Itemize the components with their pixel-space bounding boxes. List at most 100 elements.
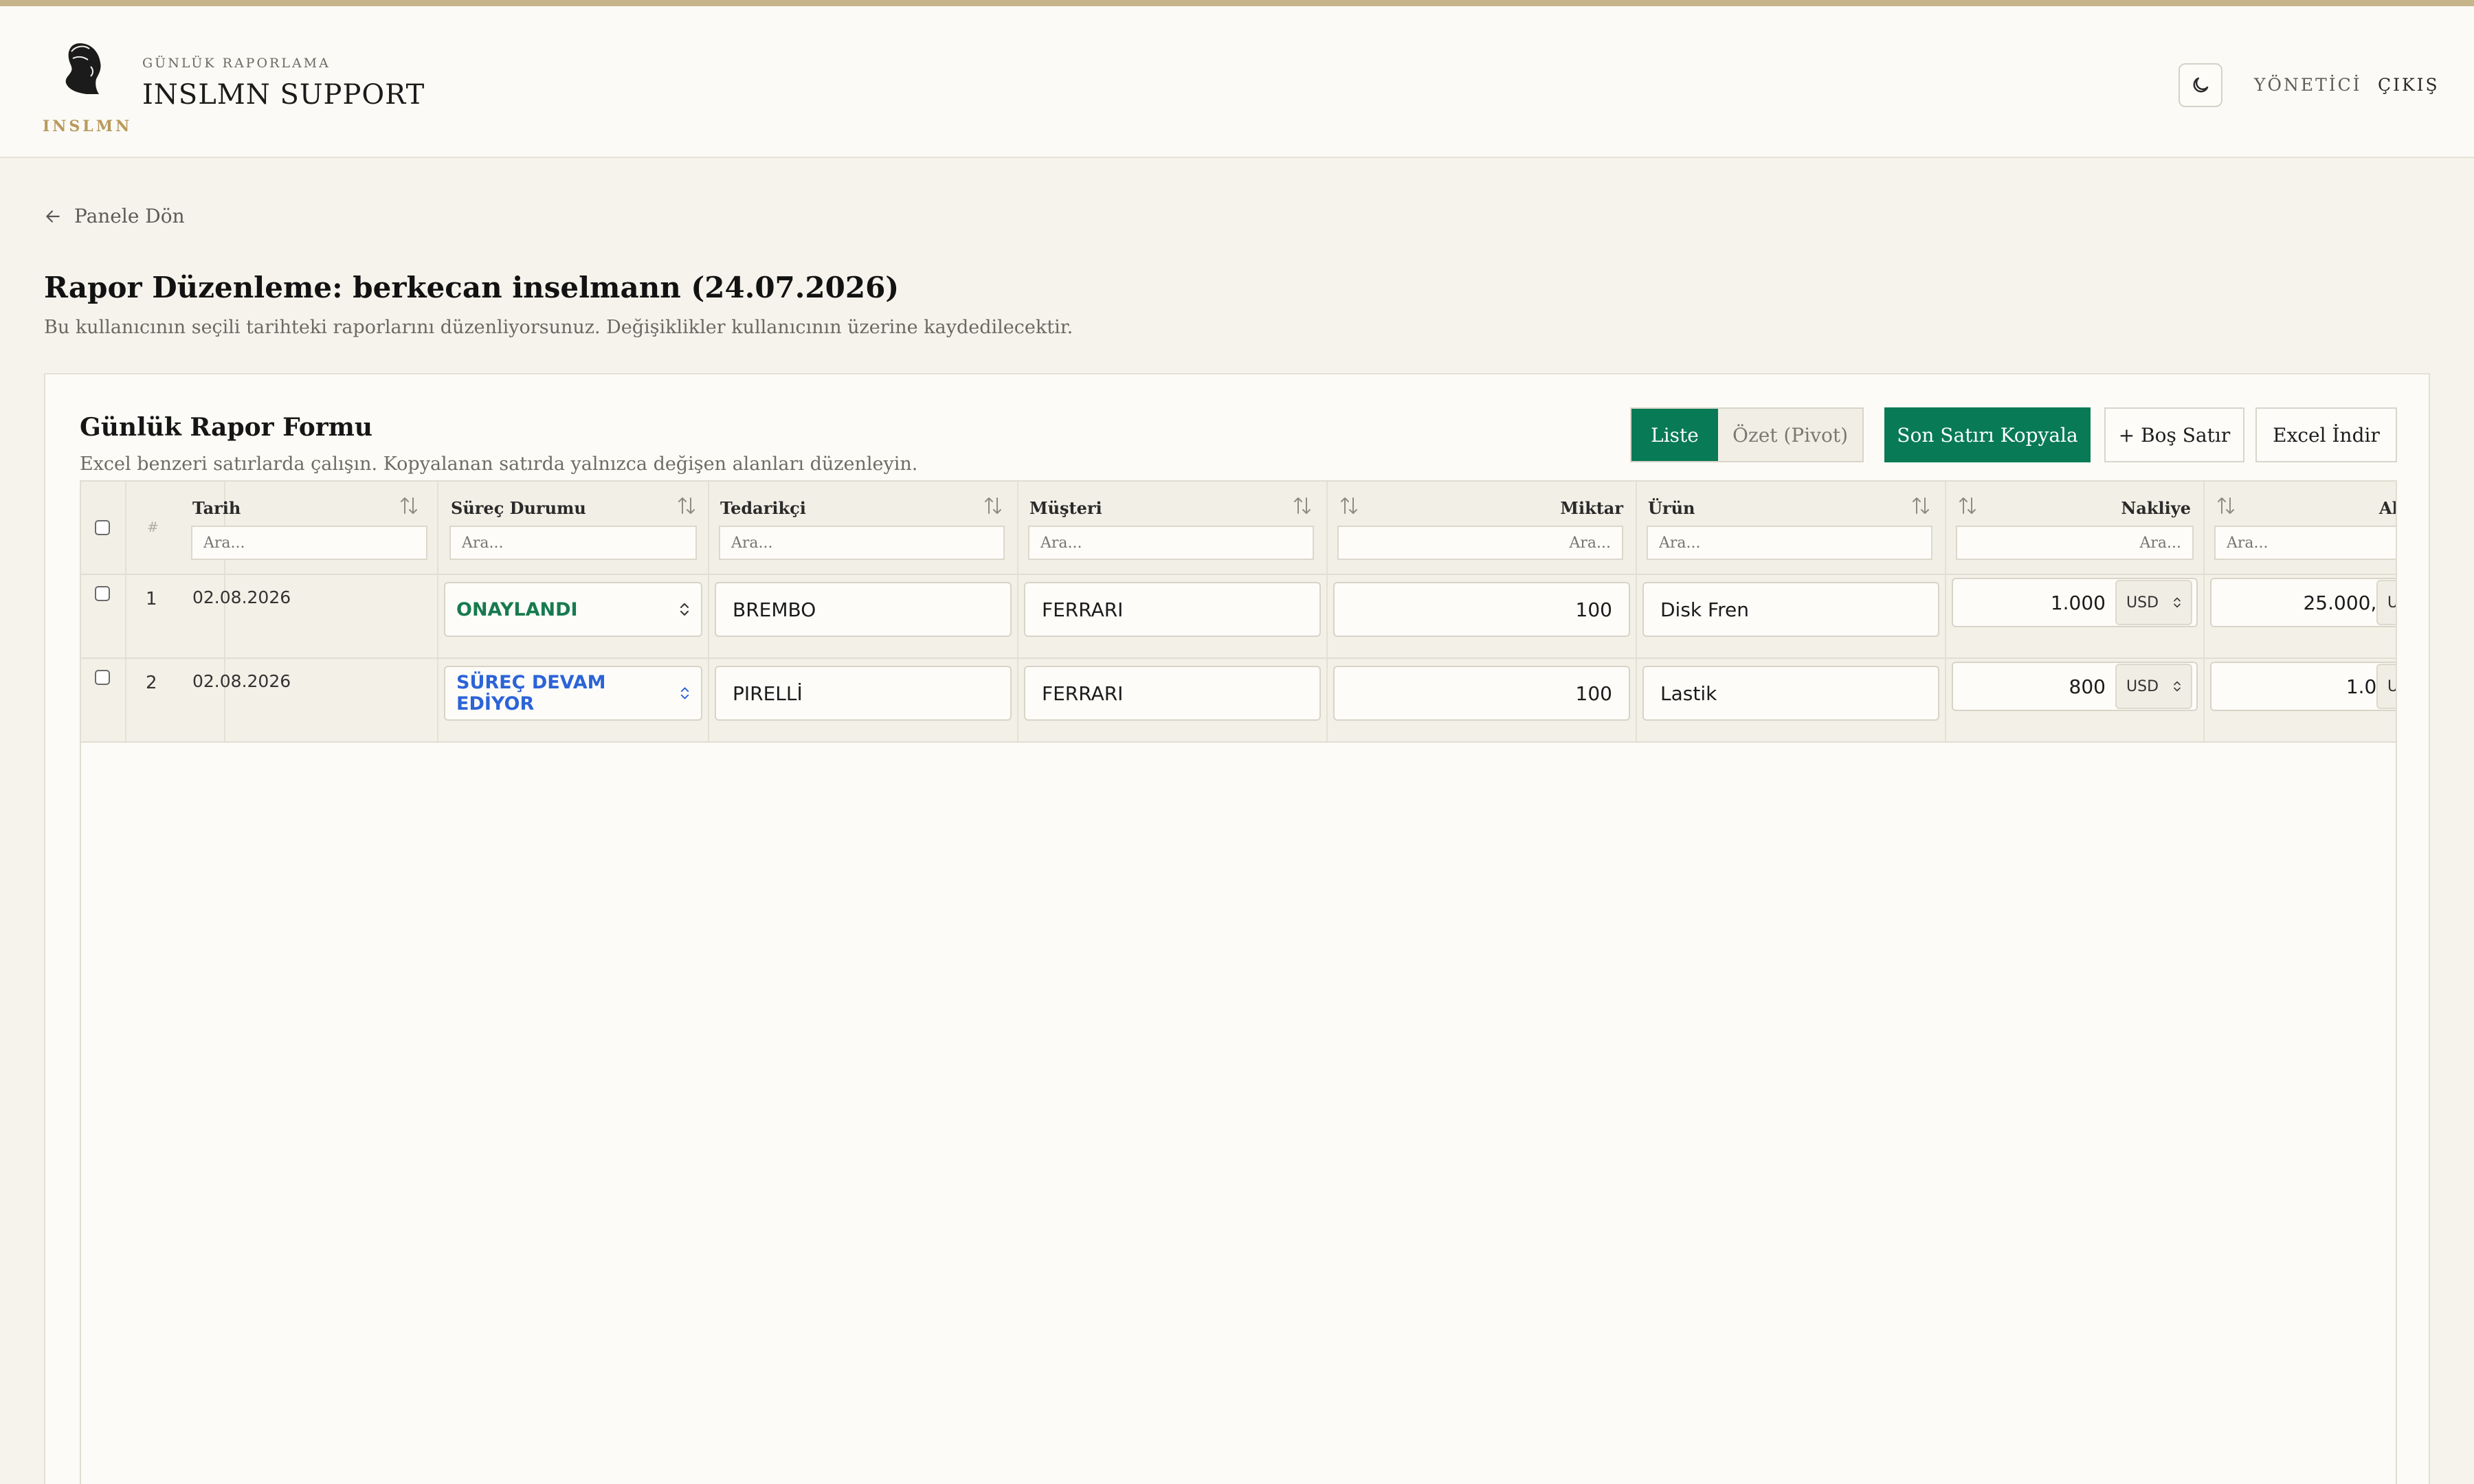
report-form-card: Günlük Rapor Formu Excel benzeri satırla… (44, 373, 2430, 1484)
purchase-input[interactable]: 25.000,00 (2210, 578, 2396, 627)
quantity-input[interactable]: 100 (1333, 582, 1630, 637)
page-description: Bu kullanıcının seçili tarihteki raporla… (44, 317, 1073, 338)
sort-icon[interactable] (1292, 494, 1313, 517)
theme-toggle-button[interactable] (2178, 63, 2222, 107)
row-select-cell (81, 575, 126, 657)
customer-input[interactable]: FERRARI (1024, 666, 1321, 721)
supplier-cell: PIRELLİ (709, 659, 1018, 741)
status-value: ONAYLANDI (456, 598, 578, 620)
sort-icon[interactable] (399, 494, 419, 517)
shipping-currency-select[interactable]: USD (2115, 664, 2192, 709)
sort-icon[interactable] (1957, 494, 1978, 517)
status-value: SÜREÇ DEVAM EDİYOR (456, 672, 606, 715)
purchase-currency-select[interactable]: U (2376, 580, 2396, 625)
customer-cell: FERRARI (1018, 659, 1328, 741)
brand-title: INSLMN SUPPORT (142, 79, 425, 111)
purchase-cell: 1.000 U (2205, 659, 2396, 741)
column-label-shipping: Nakliye (2121, 498, 2191, 518)
filter-input-supplier[interactable] (719, 526, 1005, 560)
logout-link[interactable]: ÇIKIŞ (2378, 75, 2440, 95)
admin-link[interactable]: YÖNETİCİ (2254, 75, 2362, 95)
select-all-checkbox[interactable] (95, 520, 110, 535)
product-cell: Lastik (1637, 659, 1946, 741)
column-header-status: Süreç Durumu (438, 482, 709, 575)
top-accent-line (0, 0, 2474, 6)
product-input[interactable]: Lastik (1642, 666, 1939, 721)
grid-header: # Tarih Süreç Durumu Tedarikçi (81, 482, 2396, 575)
purchase-currency-value: U (2387, 594, 2396, 611)
brand-subtitle: GÜNLÜK RAPORLAMA (142, 56, 331, 71)
supplier-input[interactable]: PIRELLİ (715, 666, 1012, 721)
form-description: Excel benzeri satırlarda çalışın. Kopyal… (80, 453, 918, 475)
column-header-purchase: Al (2205, 482, 2396, 575)
quantity-input[interactable]: 100 (1333, 666, 1630, 721)
filter-input-product[interactable] (1647, 526, 1932, 560)
column-header-quantity: Miktar (1328, 482, 1637, 575)
row-date: 02.08.2026 (192, 671, 291, 691)
filter-input-quantity[interactable] (1337, 526, 1623, 560)
row-index: 1 (146, 589, 157, 609)
sort-icon[interactable] (2216, 494, 2236, 517)
moon-icon (2193, 77, 2209, 93)
sort-icon[interactable] (983, 494, 1003, 517)
customer-input[interactable]: FERRARI (1024, 582, 1321, 637)
app-header: INSLMN GÜNLÜK RAPORLAMA INSLMN SUPPORT Y… (0, 6, 2474, 158)
table-row: 2 02.08.2026 SÜREÇ DEVAM EDİYOR PIRELLİ … (81, 659, 2396, 743)
shipping-cell: 800 USD (1946, 659, 2205, 741)
sort-icon[interactable] (1910, 494, 1931, 517)
status-select[interactable]: ONAYLANDI (444, 582, 702, 637)
sort-icon[interactable] (676, 494, 697, 517)
column-label-status: Süreç Durumu (451, 498, 586, 518)
view-toggle: Liste Özet (Pivot) (1630, 407, 1864, 462)
view-list-button[interactable]: Liste (1631, 409, 1718, 461)
date-cell: 02.08.2026 (180, 659, 438, 741)
supplier-cell: BREMBO (709, 575, 1018, 657)
sort-icon[interactable] (1339, 494, 1359, 517)
row-checkbox[interactable] (95, 586, 110, 601)
purchase-currency-select[interactable]: U (2376, 664, 2396, 709)
filter-input-shipping[interactable] (1956, 526, 2194, 560)
status-cell: ONAYLANDI (438, 575, 709, 657)
report-grid: # Tarih Süreç Durumu Tedarikçi (80, 480, 2397, 1484)
quantity-cell: 100 (1328, 575, 1637, 657)
logo-wordmark: INSLMN (43, 117, 133, 135)
chevron-up-down-icon (680, 687, 689, 699)
select-all-cell (81, 482, 126, 575)
download-excel-button[interactable]: Excel İndir (2255, 407, 2397, 462)
column-label-customer: Müşteri (1029, 498, 1102, 518)
column-header-shipping: Nakliye (1946, 482, 2205, 575)
view-pivot-button[interactable]: Özet (Pivot) (1718, 409, 1862, 461)
arrow-left-icon (46, 210, 60, 223)
shipping-currency-value: USD (2126, 677, 2159, 695)
row-checkbox[interactable] (95, 670, 110, 685)
filter-input-status[interactable] (449, 526, 697, 560)
copy-last-row-button[interactable]: Son Satırı Kopyala (1884, 407, 2091, 462)
page-title: Rapor Düzenleme: berkecan inselmann (24.… (44, 271, 900, 304)
filter-input-customer[interactable] (1028, 526, 1314, 560)
add-empty-row-button[interactable]: + Boş Satır (2104, 407, 2244, 462)
column-header-customer: Müşteri (1018, 482, 1328, 575)
chevron-up-down-icon (2174, 681, 2181, 692)
product-cell: Disk Fren (1637, 575, 1946, 657)
row-select-cell (81, 659, 126, 741)
product-input[interactable]: Disk Fren (1642, 582, 1939, 637)
filter-input-date[interactable] (191, 526, 427, 560)
bust-logo-icon (65, 43, 101, 94)
table-row: 1 02.08.2026 ONAYLANDI BREMBO FERRARI 10… (81, 575, 2396, 659)
chevron-up-down-icon (2174, 597, 2181, 608)
back-to-panel-link[interactable]: Panele Dön (44, 205, 185, 227)
date-cell: 02.08.2026 (180, 575, 438, 657)
filter-input-purchase[interactable] (2214, 526, 2396, 560)
supplier-input[interactable]: BREMBO (715, 582, 1012, 637)
purchase-cell: 25.000,00 U (2205, 575, 2396, 657)
shipping-currency-select[interactable]: USD (2115, 580, 2192, 625)
row-date: 02.08.2026 (192, 587, 291, 607)
purchase-input[interactable]: 1.000 (2210, 662, 2396, 711)
purchase-currency-value: U (2387, 678, 2396, 695)
status-select[interactable]: SÜREÇ DEVAM EDİYOR (444, 666, 702, 721)
back-label: Panele Dön (74, 205, 185, 227)
column-label-product: Ürün (1648, 498, 1695, 518)
form-title: Günlük Rapor Formu (80, 413, 373, 442)
status-cell: SÜREÇ DEVAM EDİYOR (438, 659, 709, 741)
row-index: 2 (146, 673, 157, 693)
